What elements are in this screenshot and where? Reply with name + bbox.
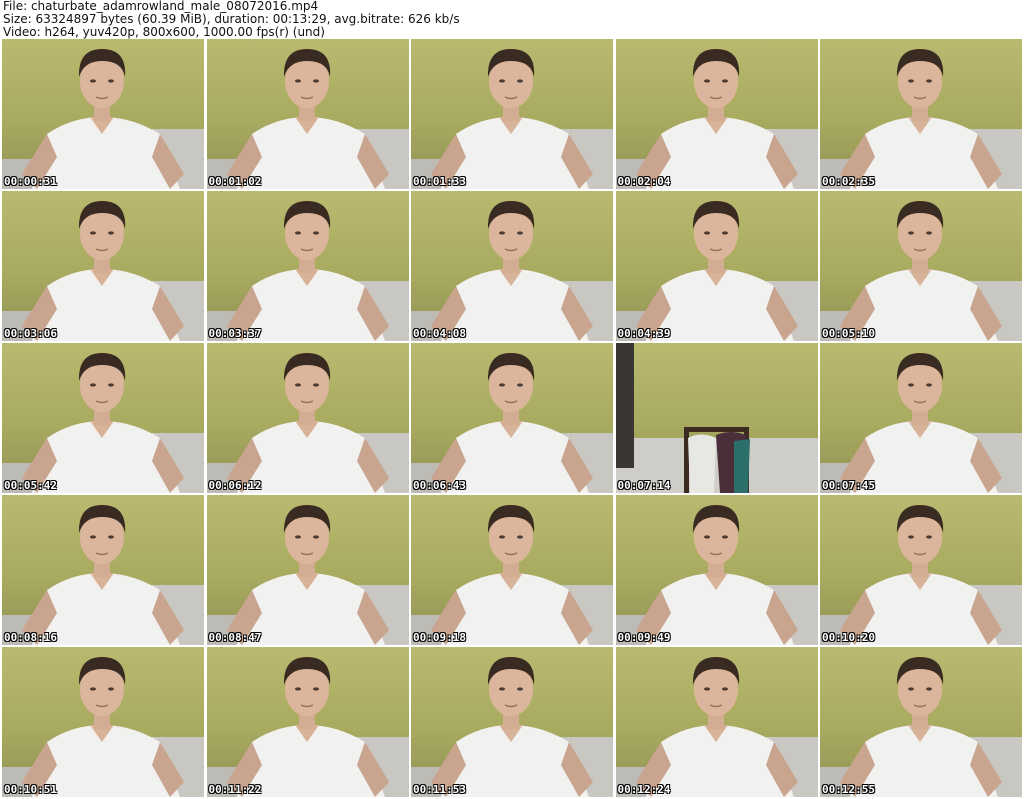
webcam-person-frame-image (206, 657, 409, 797)
frame-timestamp: 00:04:08 (413, 327, 466, 340)
video-frame-thumbnail: 00:02:35 (820, 39, 1022, 189)
webcam-person-frame-image (2, 49, 204, 189)
video-frame-thumbnail: 00:07:45 (820, 343, 1022, 493)
webcam-person-frame-image (206, 201, 409, 341)
webcam-person-frame-image (615, 657, 818, 797)
frame-timestamp: 00:01:33 (413, 175, 466, 188)
webcam-person-frame-image (206, 49, 409, 189)
video-frame-thumbnail: 00:08:47 (206, 495, 409, 645)
frame-timestamp: 00:10:51 (4, 783, 57, 796)
video-frame-thumbnail: 00:02:04 (615, 39, 818, 189)
webcam-person-frame-image (615, 201, 818, 341)
frame-timestamp: 00:06:12 (208, 479, 262, 492)
webcam-person-frame-image (615, 505, 818, 645)
video-frame-thumbnail: 00:03:37 (206, 191, 409, 341)
file-info-header: File: chaturbate_adamrowland_male_080720… (3, 0, 1021, 39)
webcam-person-frame-image (2, 353, 204, 493)
video-frame-thumbnail: 00:09:49 (615, 495, 818, 645)
frame-timestamp: 00:00:31 (4, 175, 57, 188)
webcam-person-frame-image (2, 201, 204, 341)
webcam-person-frame-image (820, 505, 1022, 645)
frame-timestamp: 00:08:16 (4, 631, 57, 644)
frame-timestamp: 00:03:06 (4, 327, 57, 340)
video-frame-thumbnail: 00:11:22 (206, 647, 409, 797)
webcam-person-frame-image (411, 201, 613, 341)
frame-timestamp: 00:06:43 (413, 479, 466, 492)
video-frame-thumbnail: 00:04:39 (615, 191, 818, 341)
video-frame-thumbnail: 00:09:18 (411, 495, 613, 645)
video-frame-thumbnail: 00:01:02 (206, 39, 409, 189)
frame-timestamp: 00:07:14 (617, 479, 671, 492)
frame-timestamp: 00:03:37 (208, 327, 262, 340)
video-frame-thumbnail: 00:10:51 (2, 647, 204, 797)
video-frame-thumbnail: 00:03:06 (2, 191, 204, 341)
frame-timestamp: 00:09:49 (617, 631, 671, 644)
video-frame-thumbnail: 00:11:53 (411, 647, 613, 797)
empty-room-frame-image (615, 343, 818, 493)
frame-timestamp: 00:12:24 (617, 783, 671, 796)
webcam-person-frame-image (2, 657, 204, 797)
webcam-person-frame-image (411, 657, 613, 797)
video-frame-thumbnail: 00:12:55 (820, 647, 1022, 797)
frame-timestamp: 00:11:22 (208, 783, 262, 796)
frame-timestamp: 00:07:45 (822, 479, 875, 492)
video-frame-thumbnail: 00:06:43 (411, 343, 613, 493)
video-frame-thumbnail: 00:06:12 (206, 343, 409, 493)
frame-timestamp: 00:04:39 (617, 327, 671, 340)
video-info-line: Video: h264, yuv420p, 800x600, 1000.00 f… (3, 25, 325, 39)
frame-timestamp: 00:05:42 (4, 479, 57, 492)
frame-timestamp: 00:10:20 (822, 631, 875, 644)
frame-timestamp: 00:11:53 (413, 783, 466, 796)
frame-timestamp: 00:01:02 (208, 175, 262, 188)
webcam-person-frame-image (615, 49, 818, 189)
video-frame-thumbnail: 00:04:08 (411, 191, 613, 341)
frame-timestamp: 00:05:10 (822, 327, 875, 340)
video-frame-thumbnail: 00:10:20 (820, 495, 1022, 645)
webcam-person-frame-image (2, 505, 204, 645)
webcam-person-frame-image (411, 49, 613, 189)
webcam-person-frame-image (820, 353, 1022, 493)
video-frame-thumbnail: 00:00:31 (2, 39, 204, 189)
video-frame-thumbnail: 00:07:14 (615, 343, 818, 493)
webcam-person-frame-image (820, 657, 1022, 797)
video-frame-thumbnail: 00:12:24 (615, 647, 818, 797)
webcam-person-frame-image (820, 201, 1022, 341)
frame-timestamp: 00:12:55 (822, 783, 875, 796)
webcam-person-frame-image (411, 353, 613, 493)
video-frame-thumbnail: 00:05:42 (2, 343, 204, 493)
frame-timestamp: 00:02:04 (617, 175, 671, 188)
video-frame-thumbnail: 00:08:16 (2, 495, 204, 645)
webcam-person-frame-image (820, 49, 1022, 189)
webcam-person-frame-image (206, 353, 409, 493)
frame-timestamp: 00:02:35 (822, 175, 875, 188)
webcam-person-frame-image (411, 505, 613, 645)
video-frame-thumbnail: 00:01:33 (411, 39, 613, 189)
video-frame-thumbnail: 00:05:10 (820, 191, 1022, 341)
frame-timestamp: 00:09:18 (413, 631, 466, 644)
thumbnail-grid: 00:00:31 00:01:02 00:01:33 00:02:04 00:0… (2, 39, 1022, 797)
webcam-person-frame-image (206, 505, 409, 645)
frame-timestamp: 00:08:47 (208, 631, 262, 644)
